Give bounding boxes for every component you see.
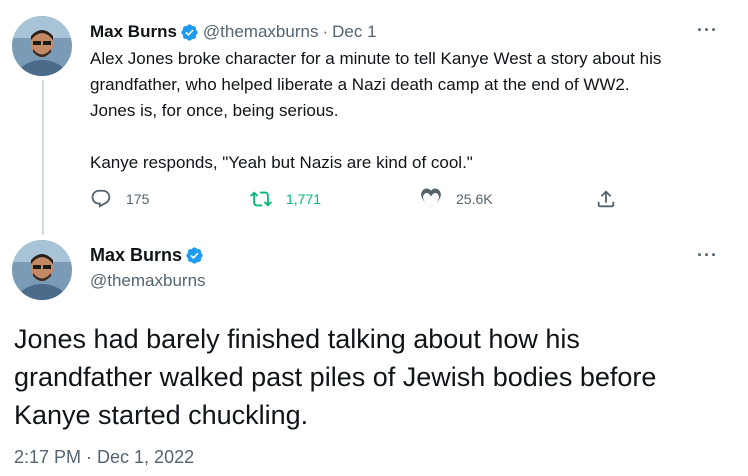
retweet-button[interactable]: 1,771 — [250, 188, 321, 210]
like-button[interactable]: 25.6K — [420, 188, 493, 210]
tweet-parent[interactable]: Max Burns @themaxburns · Dec 1 ··· Alex … — [0, 0, 748, 235]
tweet-text-line: Kanye started chuckling. — [14, 400, 309, 430]
author-handle[interactable]: @themaxburns — [203, 22, 319, 42]
tweet-text-line: Jones is, for once, being serious. — [90, 101, 339, 120]
separator-dot: · — [322, 22, 329, 41]
like-icon — [421, 188, 441, 208]
reply-button[interactable]: 175 — [90, 188, 149, 210]
author-row: Max Burns — [90, 245, 204, 266]
author-row: Max Burns @themaxburns · Dec 1 — [90, 21, 377, 43]
share-button[interactable] — [595, 188, 631, 210]
tweet-date[interactable]: Dec 1 — [332, 22, 376, 42]
tweet-actions: 175 1,771 25.6K — [90, 188, 630, 212]
tweet-text-line: Alex Jones broke character for a minute … — [90, 49, 662, 68]
tweet-text: Jones had barely finished talking about … — [14, 320, 734, 434]
reply-count: 175 — [126, 191, 150, 207]
more-options-icon[interactable]: ··· — [697, 20, 718, 41]
avatar[interactable] — [12, 240, 72, 300]
author-handle[interactable]: @themaxburns — [90, 271, 206, 291]
verified-badge-icon — [181, 23, 198, 41]
author-name[interactable]: Max Burns — [90, 245, 182, 266]
avatar[interactable] — [12, 16, 72, 76]
retweet-icon — [250, 191, 272, 207]
share-icon — [597, 190, 615, 208]
thread-connector — [42, 80, 44, 235]
tweet-text-line: grandfather, who helped liberate a Nazi … — [90, 75, 630, 94]
verified-badge-icon — [186, 247, 203, 264]
like-count: 25.6K — [456, 191, 493, 207]
tweet-text-line: Jones had barely finished talking about … — [14, 324, 580, 354]
tweet-text: Alex Jones broke character for a minute … — [90, 46, 730, 176]
retweet-count: 1,771 — [286, 191, 322, 207]
reply-icon — [91, 189, 111, 208]
tweet-quote-line: Kanye responds, "Yeah but Nazis are kind… — [90, 153, 473, 172]
tweet-text-line: grandfather walked past piles of Jewish … — [14, 362, 657, 392]
author-name[interactable]: Max Burns — [90, 22, 177, 42]
more-options-icon[interactable]: ··· — [697, 245, 718, 266]
tweet-timestamp[interactable]: 2:17 PM · Dec 1, 2022 — [14, 447, 194, 468]
